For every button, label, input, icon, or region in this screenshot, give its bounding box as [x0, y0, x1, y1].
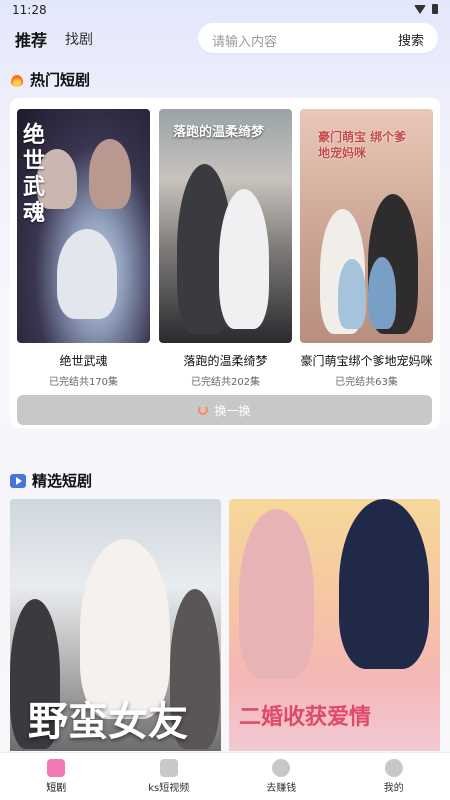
user-icon	[384, 759, 403, 777]
hot-section-title: 热门短剧	[10, 69, 90, 90]
poster-title: 绝世武魂	[23, 123, 46, 226]
search-placeholder: 请输入内容	[212, 35, 278, 50]
poster-figure	[338, 259, 366, 329]
nav-label: 我的	[383, 783, 404, 794]
poster-figure	[339, 499, 429, 669]
drama-episodes: 已完结共170集	[48, 377, 119, 388]
poster-figure	[219, 189, 269, 329]
hot-drama-item[interactable]: 落跑的温柔绮梦 落跑的温柔绮梦 已完结共202集	[159, 109, 292, 388]
featured-section-title: 精选短剧	[10, 470, 92, 491]
nav-item-me[interactable]: 我的	[338, 753, 450, 800]
poster-figure	[239, 509, 314, 679]
play-icon	[10, 473, 26, 488]
nav-item-earn[interactable]: 去赚钱	[225, 753, 338, 800]
refresh-icon	[198, 405, 209, 415]
featured-drama-poster[interactable]: 野蛮女友	[10, 499, 221, 751]
poster-figure	[89, 139, 131, 209]
drama-name: 绝世武魂	[59, 354, 108, 368]
tv-icon	[159, 759, 178, 777]
wifi-icon	[414, 4, 426, 14]
nav-label: ks短视频	[148, 783, 190, 794]
featured-section-label: 精选短剧	[32, 472, 93, 490]
status-icons	[414, 4, 438, 14]
hot-dramas-card: 绝世武魂 绝世武魂 已完结共170集 落跑的温柔绮梦 落跑的温柔绮梦 已完结共2…	[10, 98, 440, 428]
status-bar: 11:28	[0, 0, 450, 20]
bottom-nav: 短剧 ks短视频 去赚钱 我的	[0, 752, 450, 800]
search-button[interactable]: 搜索	[398, 30, 424, 49]
battery-icon	[432, 4, 438, 14]
top-header: 推荐 找剧 请输入内容 搜索	[0, 20, 450, 56]
status-time: 11:28	[12, 3, 47, 17]
drama-icon	[47, 759, 66, 777]
hot-drama-item[interactable]: 豪门萌宝 绑个爹地宠妈咪 豪门萌宝绑个爹地宠妈咪 已完结共63集	[300, 109, 433, 388]
refresh-button[interactable]: 换一换	[17, 395, 432, 425]
poster-image[interactable]: 绝世武魂	[17, 109, 150, 343]
tab-find-drama[interactable]: 找剧	[65, 29, 93, 49]
poster-figure	[57, 229, 117, 319]
poster-image[interactable]: 豪门萌宝 绑个爹地宠妈咪	[300, 109, 433, 343]
refresh-label: 换一换	[214, 403, 251, 418]
drama-episodes: 已完结共63集	[335, 377, 398, 388]
poster-image[interactable]: 落跑的温柔绮梦	[159, 109, 292, 343]
search-input[interactable]: 请输入内容 搜索	[198, 23, 438, 53]
nav-item-short-drama[interactable]: 短剧	[0, 753, 113, 800]
poster-title: 落跑的温柔绮梦	[173, 125, 265, 140]
nav-label: 去赚钱	[266, 783, 297, 794]
poster-figure	[368, 257, 396, 329]
drama-name: 豪门萌宝绑个爹地宠妈咪	[300, 354, 433, 368]
drama-episodes: 已完结共202集	[190, 377, 261, 388]
poster-title: 二婚收获爱情	[239, 705, 372, 730]
tab-recommend[interactable]: 推荐	[15, 27, 47, 51]
hot-drama-item[interactable]: 绝世武魂 绝世武魂 已完结共170集	[17, 109, 150, 388]
nav-item-ks-video[interactable]: ks短视频	[113, 753, 226, 800]
nav-label: 短剧	[46, 783, 67, 794]
poster-title: 豪门萌宝 绑个爹地宠妈咪	[318, 130, 407, 160]
hot-section-label: 热门短剧	[30, 71, 91, 89]
poster-title: 野蛮女友	[28, 699, 188, 745]
coin-icon	[272, 759, 291, 777]
drama-name: 落跑的温柔绮梦	[183, 354, 268, 368]
featured-drama-poster[interactable]: 二婚收获爱情	[229, 499, 440, 751]
fire-icon	[10, 72, 24, 88]
